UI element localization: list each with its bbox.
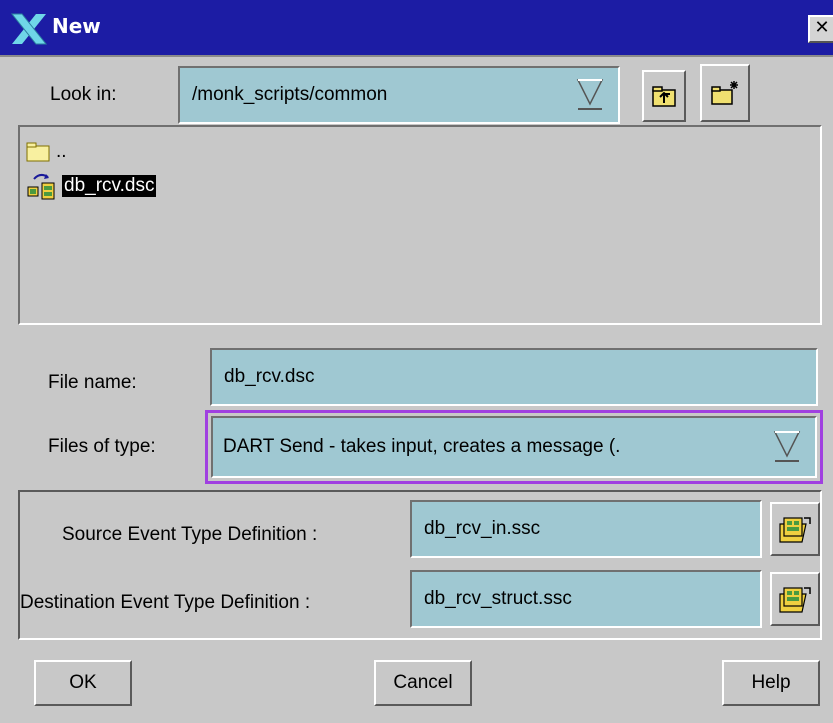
- source-etd-browse-button[interactable]: [770, 502, 820, 556]
- help-button[interactable]: Help: [722, 660, 820, 706]
- cancel-button[interactable]: Cancel: [374, 660, 472, 706]
- files-of-type-focus-ring: DART Send - takes input, creates a messa…: [205, 410, 823, 484]
- ok-button[interactable]: OK: [34, 660, 132, 706]
- close-button[interactable]: ✕: [808, 15, 833, 43]
- up-folder-button[interactable]: [642, 70, 686, 122]
- new-folder-icon: [711, 81, 738, 105]
- browse-etd-icon: [779, 517, 811, 543]
- list-item-selected[interactable]: db_rcv.dsc: [26, 171, 157, 201]
- chevron-down-icon: [576, 79, 603, 110]
- file-list[interactable]: .. db_rcv.dsc: [18, 125, 822, 325]
- look-in-dropdown-arrow[interactable]: [570, 74, 608, 114]
- window-title: New: [52, 14, 101, 38]
- destination-etd-label: Destination Event Type Definition :: [20, 592, 311, 613]
- files-of-type-value: DART Send - takes input, creates a messa…: [213, 418, 761, 476]
- look-in-label: Look in:: [50, 84, 117, 105]
- files-of-type-label: Files of type:: [48, 436, 156, 457]
- file-name-label: File name:: [48, 372, 137, 393]
- app-logo-icon: [10, 12, 48, 46]
- list-item-label: ..: [56, 141, 67, 162]
- look-in-value: /monk_scripts/common: [180, 68, 566, 122]
- destination-etd-browse-button[interactable]: [770, 572, 820, 626]
- collaboration-script-icon: [27, 173, 55, 200]
- destination-etd-input[interactable]: db_rcv_struct.ssc: [410, 570, 762, 628]
- folder-icon: [26, 142, 50, 162]
- new-folder-button[interactable]: [700, 64, 750, 122]
- list-item-label: db_rcv.dsc: [62, 175, 157, 197]
- chevron-down-icon: [773, 431, 800, 462]
- list-item[interactable]: ..: [26, 141, 67, 163]
- files-of-type-combo[interactable]: DART Send - takes input, creates a messa…: [211, 416, 817, 478]
- files-of-type-dropdown-arrow[interactable]: [767, 426, 805, 466]
- look-in-combo[interactable]: /monk_scripts/common: [178, 66, 620, 124]
- browse-etd-icon: [779, 587, 811, 613]
- close-icon: ✕: [814, 17, 830, 38]
- source-etd-input[interactable]: db_rcv_in.ssc: [410, 500, 762, 558]
- file-name-input[interactable]: db_rcv.dsc: [210, 348, 818, 406]
- folder-up-icon: [652, 86, 676, 107]
- source-etd-label: Source Event Type Definition :: [62, 524, 318, 545]
- title-bar: New ✕: [0, 0, 833, 57]
